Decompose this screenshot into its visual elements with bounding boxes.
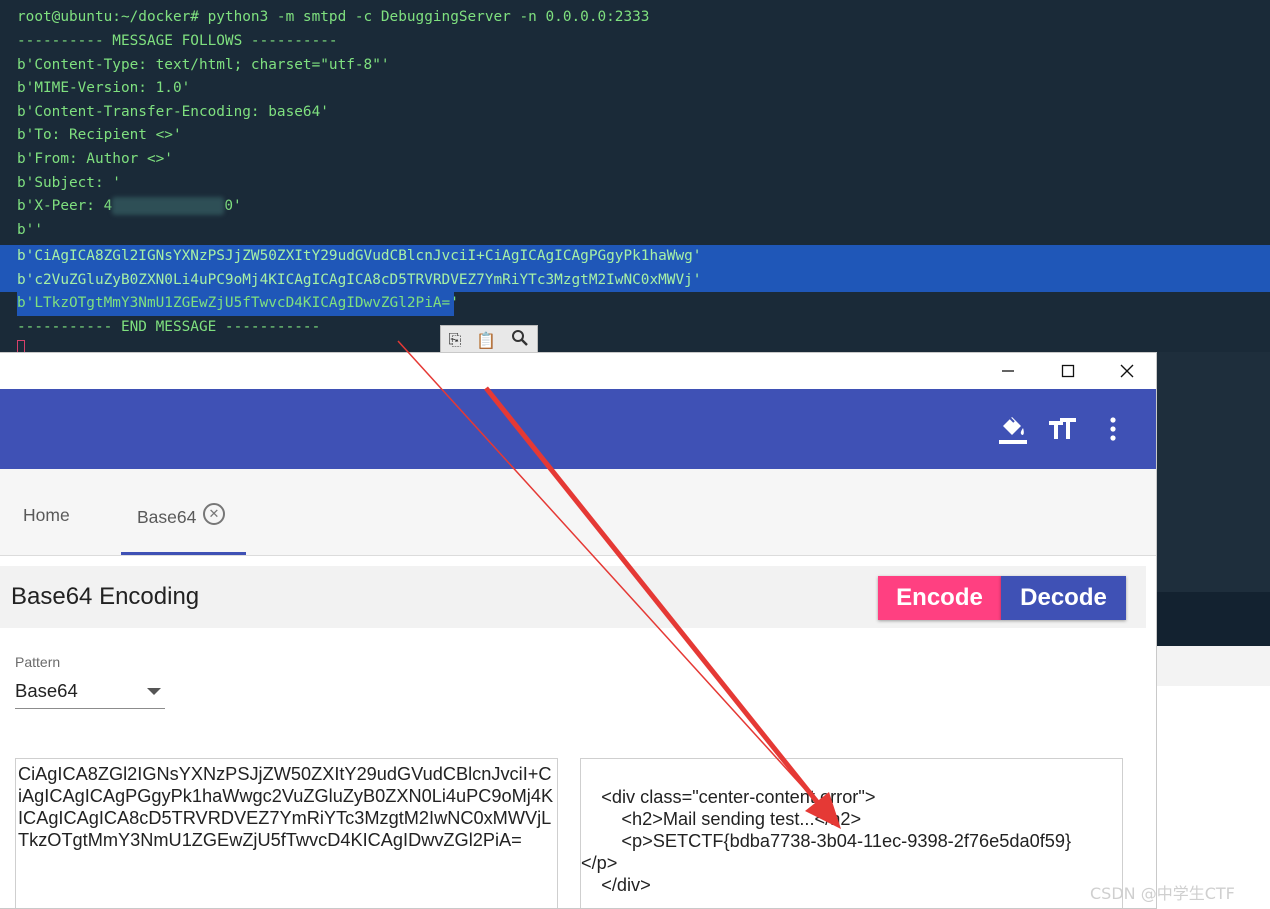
background-window	[1157, 352, 1270, 592]
terminal-line: ---------- MESSAGE FOLLOWS ----------	[17, 33, 338, 49]
encode-button[interactable]: Encode	[878, 576, 1001, 620]
background-window	[1157, 592, 1270, 646]
background-window	[1157, 646, 1270, 687]
active-tab-indicator	[121, 552, 246, 555]
search-icon[interactable]	[511, 329, 529, 351]
terminal-line-selected[interactable]: b'LTkzOTgtMmY3NmU1ZGEwZjU5fTwvcD4KICAgID…	[0, 292, 1270, 316]
base64-app-window: Home Base64 ✕ Base64 Encoding Encode Dec…	[0, 352, 1157, 909]
redacted-ip	[112, 197, 225, 216]
output-textarea[interactable]: <div class="center-content error"> <h2>M…	[580, 758, 1123, 908]
tab-base64[interactable]: Base64	[137, 507, 196, 528]
pattern-value: Base64	[15, 680, 78, 701]
more-vert-icon[interactable]	[1093, 409, 1133, 449]
maximize-button[interactable]	[1048, 357, 1088, 385]
terminal-selection-toolbar: ⎘ 📋	[440, 325, 538, 355]
window-titlebar[interactable]	[0, 353, 1156, 389]
tab-bar: Home Base64 ✕	[0, 469, 1156, 556]
terminal-line: b'Content-Transfer-Encoding: base64'	[17, 103, 329, 120]
tab-home[interactable]: Home	[23, 505, 70, 526]
terminal-line: b'From: Author <>'	[17, 151, 173, 167]
watermark: CSDN @中学生CTF	[1090, 884, 1235, 903]
terminal-line: b'MIME-Version: 1.0'	[17, 80, 191, 97]
terminal-line: b'Subject: '	[17, 174, 121, 191]
terminal-line-selected[interactable]: b'CiAgICA8ZGl2IGNsYXNzPSJjZW50ZXItY29udG…	[0, 245, 1270, 269]
paste-icon[interactable]: 📋	[476, 331, 496, 350]
background-window	[1157, 686, 1270, 723]
text-size-icon[interactable]	[1043, 409, 1083, 449]
terminal-line-xpeer: b'X-Peer: 4 0'	[0, 195, 1270, 219]
close-tab-icon[interactable]: ✕	[203, 503, 225, 525]
app-toolbar	[0, 389, 1156, 469]
format-color-fill-icon[interactable]	[993, 409, 1033, 449]
input-textarea[interactable]: CiAgICA8ZGl2IGNsYXNzPSJjZW50ZXItY29udGVu…	[15, 758, 558, 908]
xpeer-prefix: b'X-Peer: 4	[17, 198, 113, 215]
terminal-line: b'Content-Type: text/html; charset="utf-…	[17, 56, 390, 73]
decode-button[interactable]: Decode	[1001, 576, 1126, 620]
terminal-line: b''	[17, 221, 43, 238]
terminal-line-selected[interactable]: b'c2VuZGluZyB0ZXN0Li4uPC9oMj4KICAgICAgIC…	[0, 268, 1270, 293]
close-button[interactable]	[1107, 357, 1147, 385]
pattern-select[interactable]: Base64	[15, 677, 165, 709]
terminal-line: b'To: Recipient <>'	[17, 127, 182, 144]
copy-icon[interactable]: ⎘	[449, 330, 462, 350]
page-title: Base64 Encoding	[11, 583, 200, 610]
output-text: <div class="center-content error"> <h2>M…	[581, 787, 1072, 895]
terminal-line: root@ubuntu:~/docker# python3 -m smtpd -…	[17, 9, 650, 25]
section-header: Base64 Encoding Encode Decode	[0, 566, 1146, 628]
terminal-line: ----------- END MESSAGE -----------	[17, 318, 321, 335]
pattern-label: Pattern	[15, 654, 61, 670]
xpeer-suffix: 0'	[224, 198, 242, 215]
chevron-down-icon	[147, 688, 161, 695]
minimize-button[interactable]	[988, 357, 1028, 385]
